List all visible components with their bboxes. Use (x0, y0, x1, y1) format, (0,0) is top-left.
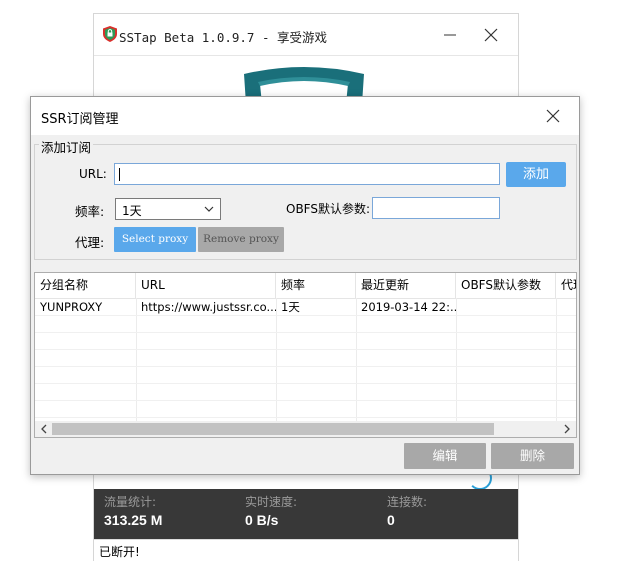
stats-bar: 流量统计: 313.25 M 实时速度: 0 B/s 连接数: 0 (94, 489, 518, 539)
empty-row (35, 350, 576, 367)
empty-row (35, 316, 576, 333)
table-header: 分组名称 URL 频率 最近更新 OBFS默认参数 代理 (35, 273, 576, 299)
subscription-table: 分组名称 URL 频率 最近更新 OBFS默认参数 代理 YUNPROXY ht… (34, 272, 577, 438)
ssr-subscription-dialog: SSR订阅管理 添加订阅 URL: 添加 频率: 1天 OBFS默认参数: 代理… (30, 96, 580, 475)
column-header-frequency[interactable]: 频率 (276, 273, 356, 298)
cell-url: https://www.justssr.co... (141, 300, 276, 314)
close-icon[interactable] (545, 108, 561, 124)
remove-proxy-button[interactable]: Remove proxy (198, 227, 284, 252)
obfs-label: OBFS默认参数: (286, 202, 371, 216)
table-row[interactable]: YUNPROXY https://www.justssr.co... 1天 20… (35, 299, 576, 316)
column-header-last-update[interactable]: 最近更新 (356, 273, 456, 298)
url-label: URL: (79, 167, 107, 181)
scroll-right-icon[interactable] (563, 424, 571, 434)
dialog-title-bar: SSR订阅管理 (31, 97, 579, 135)
text-caret (119, 168, 120, 181)
chevron-down-icon (204, 206, 214, 212)
scroll-left-icon[interactable] (40, 424, 48, 434)
speed-label: 实时速度: (245, 495, 298, 509)
obfs-input[interactable] (372, 197, 500, 219)
main-title-bar: SSTap Beta 1.0.9.7 - 享受游戏 (94, 14, 518, 56)
select-proxy-button[interactable]: Select proxy (114, 227, 196, 252)
empty-row (35, 384, 576, 401)
proxy-label: 代理: (75, 235, 105, 250)
app-shield-icon (103, 26, 117, 42)
connection-status: 已断开! (99, 545, 140, 559)
column-header-obfs[interactable]: OBFS默认参数 (456, 273, 556, 298)
speed-stat: 实时速度: 0 B/s (245, 493, 297, 528)
main-window-title: SSTap Beta 1.0.9.7 - 享受游戏 (119, 30, 328, 45)
horizontal-scrollbar[interactable] (35, 421, 576, 437)
empty-row (35, 401, 576, 418)
traffic-value: 313.25 M (104, 512, 163, 528)
dialog-title: SSR订阅管理 (41, 112, 119, 127)
cell-group: YUNPROXY (40, 300, 103, 314)
frequency-label: 频率: (75, 204, 105, 219)
column-header-proxy[interactable]: 代理 (556, 273, 576, 298)
traffic-label: 流量统计: (104, 495, 157, 509)
edit-button[interactable]: 编辑 (404, 443, 486, 469)
cell-frequency: 1天 (281, 300, 300, 314)
status-line: 已断开! (94, 539, 518, 562)
connections-stat: 连接数: 0 (387, 493, 427, 528)
close-icon[interactable] (481, 25, 501, 45)
traffic-stat: 流量统计: 313.25 M (104, 493, 162, 528)
group-legend: 添加订阅 (39, 137, 94, 156)
url-input[interactable] (114, 163, 500, 185)
column-header-group[interactable]: 分组名称 (35, 273, 136, 298)
column-header-url[interactable]: URL (136, 273, 276, 298)
connections-value: 0 (387, 512, 395, 528)
speed-value: 0 B/s (245, 512, 279, 528)
cell-obfs (456, 299, 556, 315)
empty-row (35, 367, 576, 384)
delete-button[interactable]: 删除 (491, 443, 574, 469)
cell-proxy (556, 299, 576, 315)
cell-last-update: 2019-03-14 22:... (361, 300, 456, 314)
connections-label: 连接数: (387, 495, 428, 509)
minimize-icon[interactable] (440, 26, 460, 44)
frequency-select[interactable]: 1天 (115, 198, 221, 220)
scrollbar-thumb[interactable] (52, 423, 494, 435)
frequency-selected: 1天 (122, 204, 142, 218)
add-button[interactable]: 添加 (506, 162, 566, 187)
empty-row (35, 333, 576, 350)
